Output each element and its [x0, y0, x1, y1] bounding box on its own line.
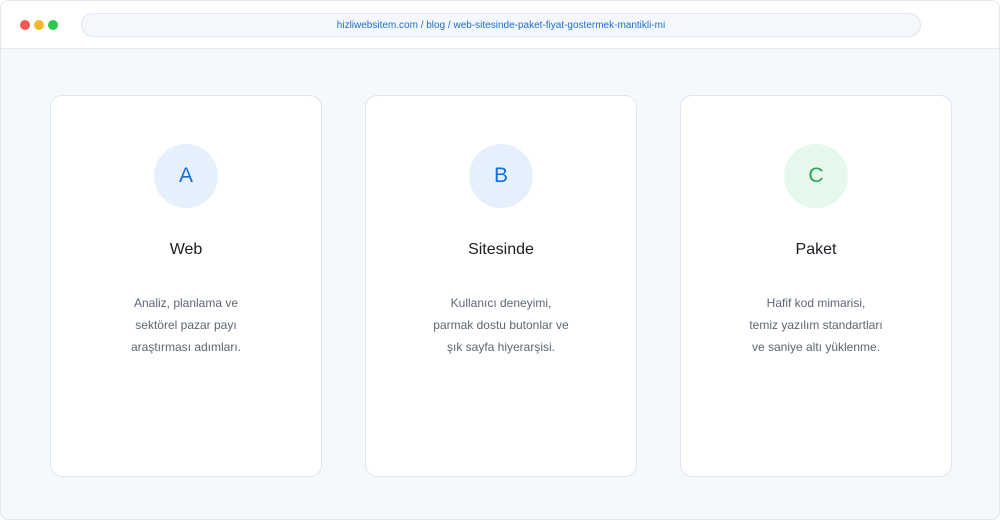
address-bar[interactable]: hizliwebsitem.com / blog / web-sitesinde…: [81, 13, 921, 37]
card-description-line: Kullanıcı deneyimi,: [450, 296, 552, 310]
minimize-window-button[interactable]: [34, 20, 44, 30]
card-description-line: Analiz, planlama ve: [133, 296, 239, 310]
browser-titlebar: hizliwebsitem.com / blog / web-sitesinde…: [1, 1, 999, 49]
card-description: Kullanıcı deneyimi, parmak dostu butonla…: [366, 292, 636, 358]
feature-card-web: A Web Analiz, planlama ve sektörel pazar…: [50, 95, 322, 477]
feature-card-sitesinde: B Sitesinde Kullanıcı deneyimi, parmak d…: [365, 95, 637, 477]
card-description-line: ve saniye altı yüklenme.: [751, 340, 881, 354]
card-description-line: parmak dostu butonlar ve: [433, 318, 569, 332]
card-description: Analiz, planlama ve sektörel pazar payı …: [51, 292, 321, 358]
card-title: Paket: [795, 241, 837, 258]
card-description-line: temiz yazılım standartları: [749, 318, 883, 332]
url-text: hizliwebsitem.com / blog / web-sitesinde…: [336, 19, 666, 31]
browser-window: hizliwebsitem.com / blog / web-sitesinde…: [0, 0, 1000, 520]
card-description-line: sektörel pazar payı: [135, 318, 237, 332]
maximize-window-button[interactable]: [48, 20, 58, 30]
feature-card-paket: C Paket Hafif kod mimarisi, temiz yazılı…: [680, 95, 952, 477]
letter-badge-a: A: [154, 144, 218, 208]
card-description-line: Hafif kod mimarisi,: [766, 296, 866, 310]
card-title: Web: [169, 241, 203, 258]
card-description: Hafif kod mimarisi, temiz yazılım standa…: [681, 292, 951, 358]
letter-badge-c: C: [784, 144, 848, 208]
card-description-line: şık sayfa hiyerarşisi.: [446, 340, 556, 354]
close-window-button[interactable]: [20, 20, 30, 30]
card-description-line: araştırması adımları.: [130, 340, 242, 354]
letter-badge-b: B: [469, 144, 533, 208]
card-title: Sitesinde: [468, 241, 534, 258]
